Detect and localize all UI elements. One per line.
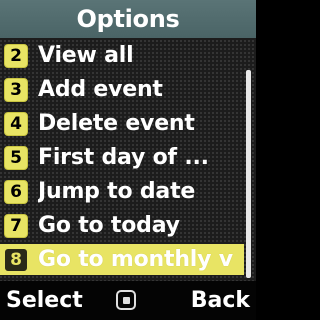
back-softkey[interactable]: Back bbox=[191, 288, 250, 313]
center-dot bbox=[122, 296, 130, 304]
menu-item-first-day[interactable]: 5 First day of ... bbox=[0, 142, 244, 173]
options-screen: Options 2 View all 3 Add event 4 Delete … bbox=[0, 0, 256, 320]
menu-item-go-to-today[interactable]: 7 Go to today bbox=[0, 210, 244, 241]
menu-item-number: 6 bbox=[4, 179, 28, 204]
scrollbar[interactable] bbox=[246, 70, 251, 278]
menu-item-label: Jump to date bbox=[38, 179, 196, 204]
menu-item-number: 5 bbox=[4, 145, 28, 170]
menu-item-label: First day of ... bbox=[38, 145, 209, 170]
title-bar: Options bbox=[0, 0, 256, 38]
menu-item-delete-event[interactable]: 4 Delete event bbox=[0, 108, 244, 139]
menu-item-label: Add event bbox=[38, 77, 163, 102]
page-title: Options bbox=[76, 5, 180, 33]
menu-item-label: Delete event bbox=[38, 111, 195, 136]
menu-item-number: 4 bbox=[4, 111, 28, 136]
menu-item-number: 2 bbox=[4, 43, 28, 68]
menu-item-number: 7 bbox=[4, 213, 28, 238]
select-square-icon[interactable] bbox=[116, 290, 136, 310]
softkey-bar: Select Back bbox=[0, 281, 256, 320]
select-softkey[interactable]: Select bbox=[6, 288, 83, 313]
menu-item-add-event[interactable]: 3 Add event bbox=[0, 74, 244, 105]
menu-item-jump-to-date[interactable]: 6 Jump to date bbox=[0, 176, 244, 207]
menu-item-number: 3 bbox=[4, 77, 28, 102]
menu-item-label: Go to today bbox=[38, 213, 180, 238]
menu-item-label: View all bbox=[38, 43, 134, 68]
menu-item-label: Go to monthly v bbox=[38, 247, 233, 272]
menu-item-view-all[interactable]: 2 View all bbox=[0, 40, 244, 71]
menu-item-go-to-monthly-view[interactable]: 8 Go to monthly v bbox=[0, 244, 244, 275]
menu-item-number: 8 bbox=[4, 247, 28, 272]
